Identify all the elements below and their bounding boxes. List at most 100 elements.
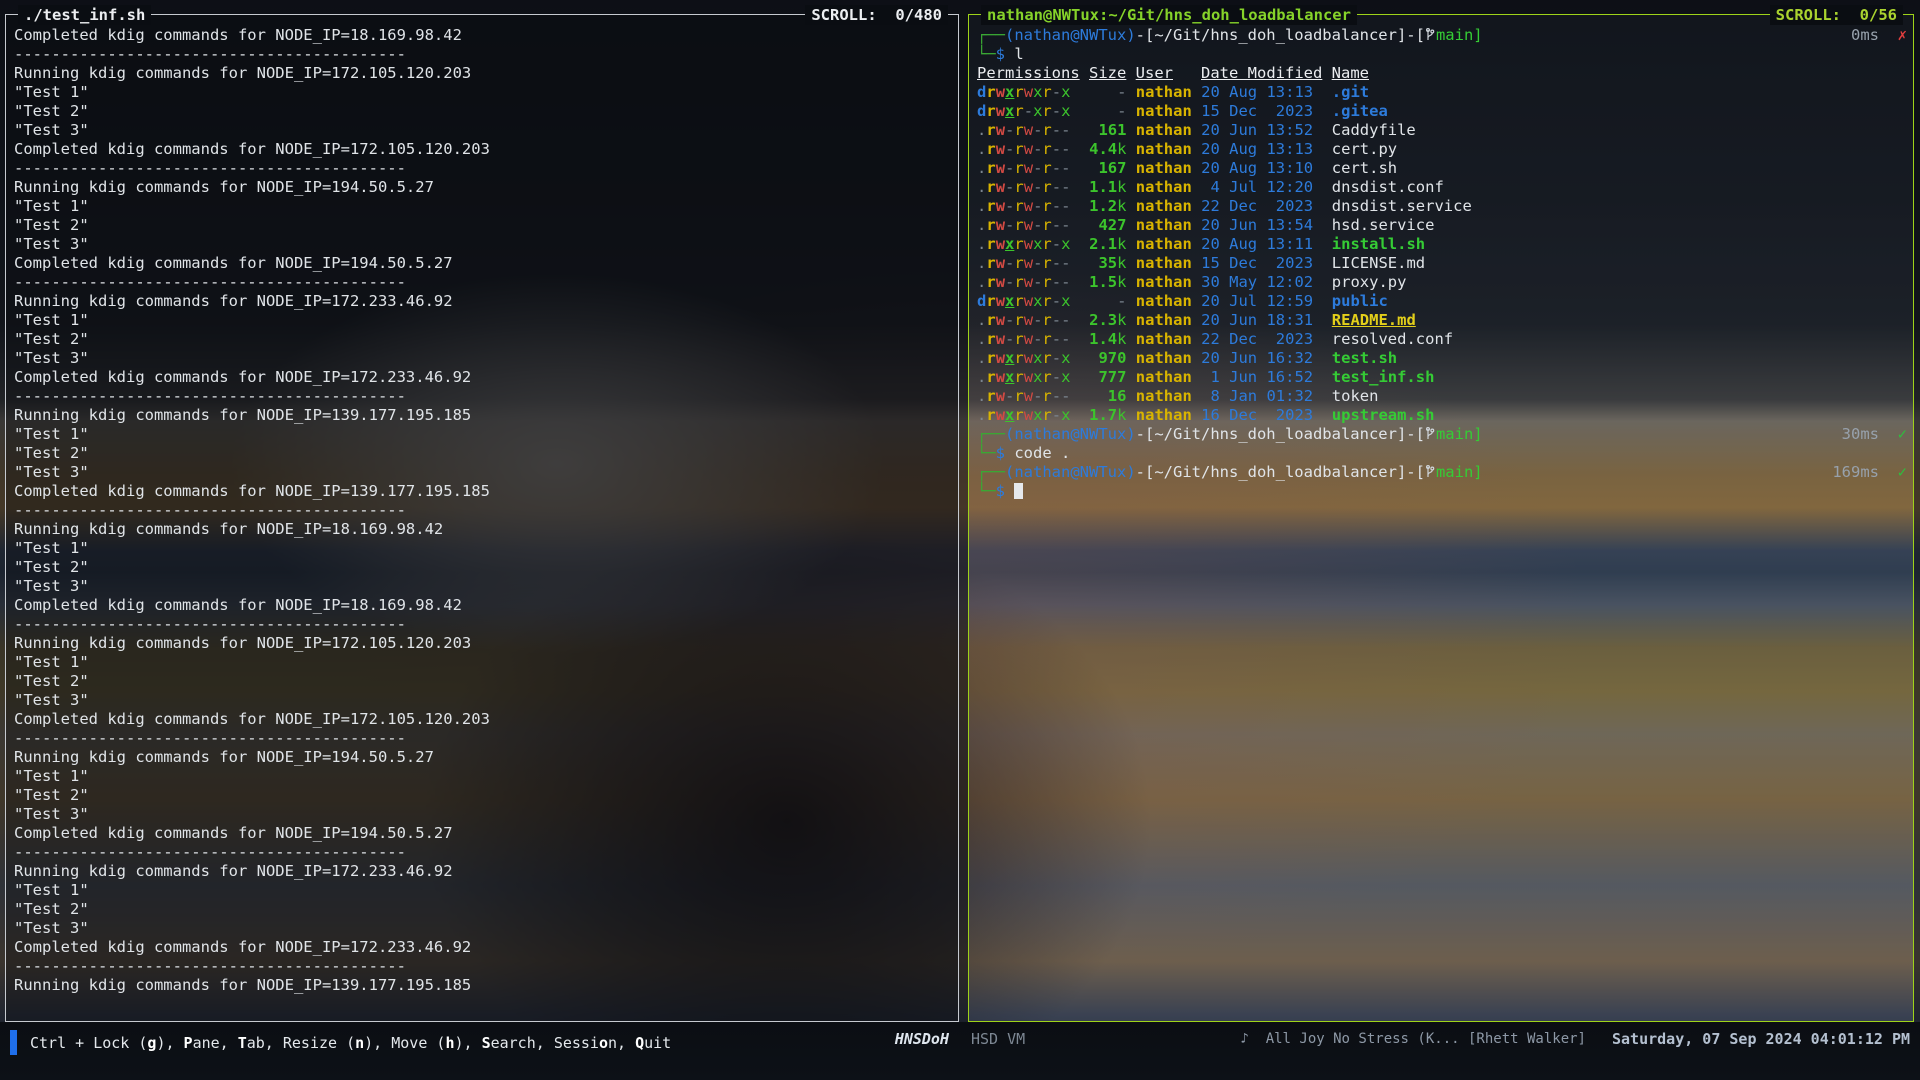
output-line: "Test 3"	[14, 919, 952, 938]
output-line: "Test 2"	[14, 558, 952, 577]
right-pane-title: nathan@NWTux:~/Git/hns_doh_loadbalancer	[981, 5, 1357, 25]
output-line: "Test 2"	[14, 216, 952, 235]
output-line: ----------------------------------------…	[14, 273, 952, 292]
file-row: drwxrwxr-x - nathan 20 Aug 13:13 .git	[977, 83, 1907, 102]
output-line: ----------------------------------------…	[14, 615, 952, 634]
output-line: "Test 3"	[14, 349, 952, 368]
output-line: ----------------------------------------…	[14, 729, 952, 748]
left-pane-scroll-indicator: SCROLL: 0/480	[805, 5, 948, 25]
file-row: drwxr-xr-x - nathan 15 Dec 2023 .gitea	[977, 102, 1907, 121]
file-row: .rw-rw-r-- 35k nathan 15 Dec 2023 LICENS…	[977, 254, 1907, 273]
pane-gap	[959, 14, 968, 1022]
output-line: Completed kdig commands for NODE_IP=194.…	[14, 254, 952, 273]
file-row: .rw-rw-r-- 1.1k nathan 4 Jul 12:20 dnsdi…	[977, 178, 1907, 197]
output-line: "Test 2"	[14, 900, 952, 919]
datetime: Saturday, 07 Sep 2024 04:01:12 PM	[1612, 1030, 1910, 1048]
session-tab-group: HNSDoH HSD VM	[895, 1030, 1025, 1048]
output-line: "Test 1"	[14, 197, 952, 216]
file-row: .rw-rw-r-- 16 nathan 8 Jan 01:32 token	[977, 387, 1907, 406]
file-row: .rwxrwxr-x 970 nathan 20 Jun 16:32 test.…	[977, 349, 1907, 368]
output-line: "Test 1"	[14, 425, 952, 444]
output-line: ----------------------------------------…	[14, 387, 952, 406]
command-line: └─$	[977, 482, 1907, 501]
now-playing: ♪ All Joy No Stress (K... [Rhett Walker]	[1240, 1031, 1586, 1047]
output-line: Running kdig commands for NODE_IP=172.23…	[14, 292, 952, 311]
shell-session: ┌──(nathan@NWTux)-[~/Git/hns_doh_loadbal…	[977, 26, 1907, 1017]
terminal-workspace: ./test_inf.sh SCROLL: 0/480 Completed kd…	[0, 0, 1920, 1022]
output-line: Completed kdig commands for NODE_IP=172.…	[14, 710, 952, 729]
output-line: "Test 1"	[14, 539, 952, 558]
output-line: "Test 2"	[14, 444, 952, 463]
hints-text: Ctrl + Lock (g), Pane, Tab, Resize (n), …	[30, 1034, 671, 1052]
output-line: "Test 2"	[14, 102, 952, 121]
output-line: Running kdig commands for NODE_IP=172.10…	[14, 64, 952, 83]
file-row: .rwxrwxr-x 777 nathan 1 Jun 16:52 test_i…	[977, 368, 1907, 387]
top-margin	[0, 0, 1920, 14]
status-right-group: ♪ All Joy No Stress (K... [Rhett Walker]…	[1025, 1030, 1910, 1048]
error-x-icon: ✗	[1898, 26, 1907, 44]
right-pane-scroll-indicator: SCROLL: 0/56	[1770, 5, 1903, 25]
command-line: └─$ code .	[977, 444, 1907, 463]
file-row: .rw-rw-r-- 1.2k nathan 22 Dec 2023 dnsdi…	[977, 197, 1907, 216]
output-line: ----------------------------------------…	[14, 843, 952, 862]
output-line: Completed kdig commands for NODE_IP=139.…	[14, 482, 952, 501]
git-branch-icon	[1425, 427, 1435, 441]
output-line: Running kdig commands for NODE_IP=172.23…	[14, 862, 952, 881]
output-line: "Test 3"	[14, 805, 952, 824]
status-bar: Ctrl + Lock (g), Pane, Tab, Resize (n), …	[0, 1022, 1920, 1080]
left-pane-title: ./test_inf.sh	[18, 5, 151, 25]
output-line: Running kdig commands for NODE_IP=18.169…	[14, 520, 952, 539]
file-row: .rw-rw-r-- 167 nathan 20 Aug 13:10 cert.…	[977, 159, 1907, 178]
output-line: Running kdig commands for NODE_IP=172.10…	[14, 634, 952, 653]
session-name: HNSDoH	[895, 1030, 949, 1048]
output-line: Completed kdig commands for NODE_IP=18.1…	[14, 596, 952, 615]
output-line: "Test 2"	[14, 672, 952, 691]
music-note-icon: ♪	[1240, 1031, 1248, 1047]
command-line: └─$ l	[977, 45, 1907, 64]
shell-prompt: ┌──(nathan@NWTux)-[~/Git/hns_doh_loadbal…	[977, 425, 1907, 444]
output-line: ----------------------------------------…	[14, 501, 952, 520]
output-line: Completed kdig commands for NODE_IP=172.…	[14, 938, 952, 957]
text-cursor	[1014, 483, 1023, 499]
tab-name[interactable]: HSD VM	[971, 1030, 1025, 1048]
output-line: Completed kdig commands for NODE_IP=194.…	[14, 824, 952, 843]
file-row: .rw-rw-r-- 2.3k nathan 20 Jun 18:31 READ…	[977, 311, 1907, 330]
keybinding-hints: Ctrl + Lock (g), Pane, Tab, Resize (n), …	[10, 1030, 895, 1055]
right-margin	[1914, 14, 1920, 1022]
output-line: "Test 1"	[14, 881, 952, 900]
output-line: "Test 2"	[14, 330, 952, 349]
output-line: "Test 3"	[14, 463, 952, 482]
file-row: .rw-rw-r-- 4.4k nathan 20 Aug 13:13 cert…	[977, 140, 1907, 159]
success-check-icon: ✓	[1898, 463, 1907, 481]
file-row: .rw-rw-r-- 1.4k nathan 22 Dec 2023 resol…	[977, 330, 1907, 349]
shell-prompt: ┌──(nathan@NWTux)-[~/Git/hns_doh_loadbal…	[977, 26, 1907, 45]
output-line: "Test 3"	[14, 121, 952, 140]
output-line: Running kdig commands for NODE_IP=139.17…	[14, 406, 952, 425]
output-line: "Test 1"	[14, 83, 952, 102]
right-terminal-pane[interactable]: nathan@NWTux:~/Git/hns_doh_loadbalancer …	[968, 14, 1914, 1022]
file-row: drwxrwxr-x - nathan 20 Jul 12:59 public	[977, 292, 1907, 311]
output-line: "Test 3"	[14, 691, 952, 710]
output-line: Completed kdig commands for NODE_IP=172.…	[14, 368, 952, 387]
output-line: Running kdig commands for NODE_IP=139.17…	[14, 976, 952, 995]
git-branch-icon	[1425, 465, 1435, 479]
output-line: ----------------------------------------…	[14, 159, 952, 178]
file-row: .rw-rw-r-- 427 nathan 20 Jun 13:54 hsd.s…	[977, 216, 1907, 235]
shell-prompt: ┌──(nathan@NWTux)-[~/Git/hns_doh_loadbal…	[977, 463, 1907, 482]
listing-header: Permissions Size User Date Modified Name	[977, 64, 1907, 83]
success-check-icon: ✓	[1898, 425, 1907, 443]
song-title: All Joy No Stress (K... [Rhett Walker]	[1266, 1031, 1586, 1047]
output-line: ----------------------------------------…	[14, 957, 952, 976]
output-line: "Test 1"	[14, 311, 952, 330]
output-line: "Test 2"	[14, 786, 952, 805]
file-row: .rwxrwxr-x 2.1k nathan 20 Aug 13:11 inst…	[977, 235, 1907, 254]
output-line: "Test 1"	[14, 653, 952, 672]
left-terminal-pane[interactable]: ./test_inf.sh SCROLL: 0/480 Completed kd…	[5, 14, 959, 1022]
output-line: Completed kdig commands for NODE_IP=172.…	[14, 140, 952, 159]
file-row: .rwxrwxr-x 1.7k nathan 16 Dec 2023 upstr…	[977, 406, 1907, 425]
output-line: "Test 3"	[14, 235, 952, 254]
output-line: "Test 1"	[14, 767, 952, 786]
output-line: Running kdig commands for NODE_IP=194.50…	[14, 748, 952, 767]
output-line: Completed kdig commands for NODE_IP=18.1…	[14, 26, 952, 45]
file-row: .rw-rw-r-- 161 nathan 20 Jun 13:52 Caddy…	[977, 121, 1907, 140]
